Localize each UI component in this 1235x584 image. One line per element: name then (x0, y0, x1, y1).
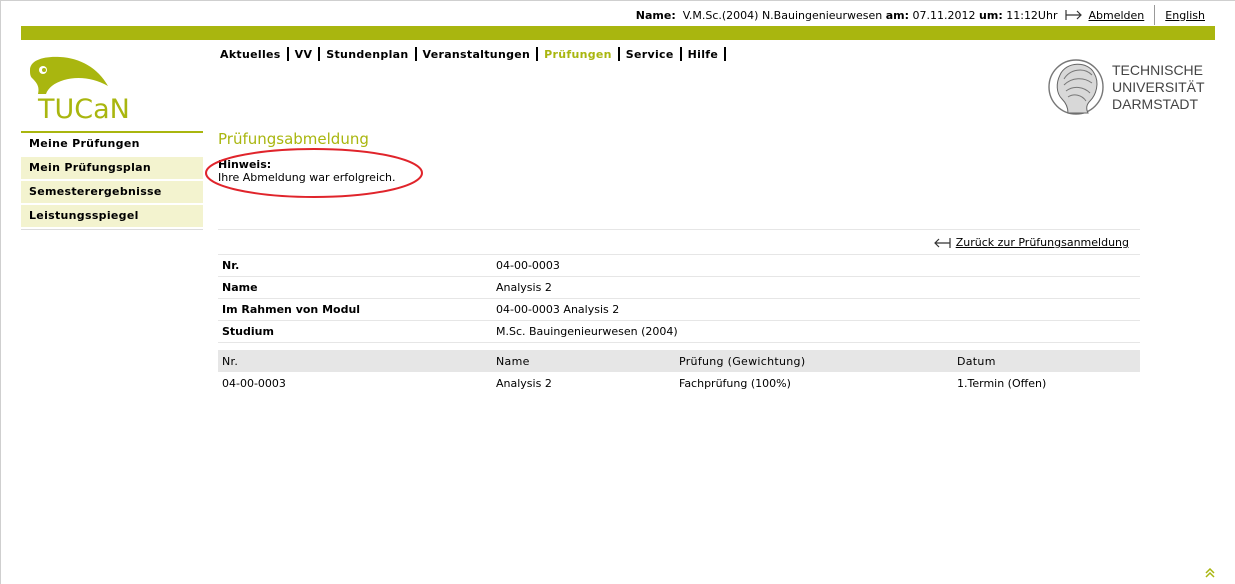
table-row: 04-00-0003 Analysis 2 Fachprüfung (100%)… (218, 372, 1140, 394)
nav-service[interactable]: Service (626, 48, 674, 61)
sidebar-item-pruefungsplan[interactable]: Mein Prüfungsplan (21, 157, 203, 181)
info-value: 04-00-0003 Analysis 2 (492, 298, 1140, 321)
table-row: Im Rahmen von Modul 04-00-0003 Analysis … (218, 298, 1140, 321)
column-header-datum: Datum (953, 350, 1140, 372)
university-line1: TECHNISCHE (1112, 62, 1203, 78)
date-label: am (885, 8, 905, 22)
back-arrow-icon (933, 237, 951, 248)
info-key: Nr. (218, 254, 492, 277)
info-key: Name (218, 276, 492, 299)
scroll-to-top-icon[interactable] (1205, 568, 1215, 578)
sidebar-item-meine-pruefungen[interactable]: Meine Prüfungen (21, 133, 203, 157)
info-key: Studium (218, 320, 492, 343)
content-divider (218, 229, 1140, 230)
highlight-circle (205, 148, 423, 198)
main-navigation: Aktuelles VV Stundenplan Veranstaltungen… (220, 47, 732, 61)
window-top-border (0, 0, 1235, 1)
window-left-border (0, 0, 1, 584)
back-to-registration-link[interactable]: Zurück zur Prüfungsanmeldung (956, 236, 1129, 249)
tu-darmstadt-logo[interactable]: TECHNISCHE UNIVERSITÄT DARMSTADT (1046, 55, 1216, 121)
table-row: Studium M.Sc. Bauingenieurwesen (2004) (218, 320, 1140, 343)
exam-list-table: Nr. Name Prüfung (Gewichtung) Datum 04-0… (218, 350, 1140, 394)
info-value: Analysis 2 (492, 276, 1140, 299)
info-key: Im Rahmen von Modul (218, 298, 492, 321)
tucan-logo[interactable]: TUCaN (24, 56, 164, 126)
nav-separator (536, 47, 539, 61)
nav-aktuelles[interactable]: Aktuelles (220, 48, 281, 61)
sidebar-item-leistungsspiegel[interactable]: Leistungsspiegel (21, 205, 203, 229)
sidebar: Meine Prüfungen Mein Prüfungsplan Semest… (21, 131, 203, 230)
logo-text: TUCaN (37, 94, 130, 125)
exam-type: Fachprüfung (100%) (679, 376, 791, 390)
nav-separator (724, 47, 727, 61)
sidebar-item-semesterergebnisse[interactable]: Semesterergebnisse (21, 181, 203, 205)
back-link-area[interactable]: Zurück zur Prüfungsanmeldung (933, 236, 1129, 249)
user-name: V.M.Sc.(2004) N.Bauingenieurwesen (682, 8, 883, 22)
header-green-bar (21, 26, 1215, 40)
nav-vv[interactable]: VV (295, 48, 313, 61)
user-bar: Name: V.M.Sc.(2004) N.Bauingenieurwesen … (635, 5, 1235, 25)
university-line3: DARMSTADT (1112, 96, 1199, 112)
nav-separator (679, 47, 682, 61)
table-header-row: Nr. Name Prüfung (Gewichtung) Datum (218, 350, 1140, 372)
nav-separator (318, 47, 321, 61)
page-title: Prüfungsabmeldung (218, 130, 369, 148)
login-date: 07.11.2012 (912, 8, 976, 22)
login-time: 11:12Uhr (1006, 8, 1058, 22)
university-line2: UNIVERSITÄT (1112, 79, 1205, 95)
sidebar-bottom-line (21, 229, 203, 230)
nav-stundenplan[interactable]: Stundenplan (326, 48, 408, 61)
info-value: 04-00-0003 (492, 254, 1140, 277)
nav-separator (286, 47, 289, 61)
table-row: Name Analysis 2 (218, 276, 1140, 299)
bird-shape-icon (30, 56, 108, 94)
nav-pruefungen[interactable]: Prüfungen (544, 48, 612, 61)
info-value: M.Sc. Bauingenieurwesen (2004) (492, 320, 1140, 343)
exam-date: 1.Termin (Offen) (957, 376, 1047, 390)
logout-area[interactable]: Abmelden (1065, 9, 1144, 22)
nav-separator (414, 47, 417, 61)
userbar-separator (1154, 5, 1156, 25)
minerva-head-icon (1048, 59, 1104, 115)
column-header-name: Name (492, 350, 675, 372)
logout-link[interactable]: Abmelden (1088, 9, 1144, 22)
exam-info-table: Nr. 04-00-0003 Name Analysis 2 Im Rahmen… (218, 254, 1140, 343)
exam-nr: 04-00-0003 (222, 376, 286, 390)
nav-hilfe[interactable]: Hilfe (688, 48, 719, 61)
time-label: um (979, 8, 999, 22)
name-label: Name (635, 8, 672, 22)
language-link[interactable]: English (1165, 9, 1205, 22)
logout-arrow-icon (1065, 10, 1083, 20)
table-row: Nr. 04-00-0003 (218, 254, 1140, 277)
nav-veranstaltungen[interactable]: Veranstaltungen (423, 48, 531, 61)
column-header-nr: Nr. (218, 350, 492, 372)
nav-separator (617, 47, 620, 61)
exam-name: Analysis 2 (496, 376, 552, 390)
column-header-pruefung: Prüfung (Gewichtung) (675, 350, 953, 372)
